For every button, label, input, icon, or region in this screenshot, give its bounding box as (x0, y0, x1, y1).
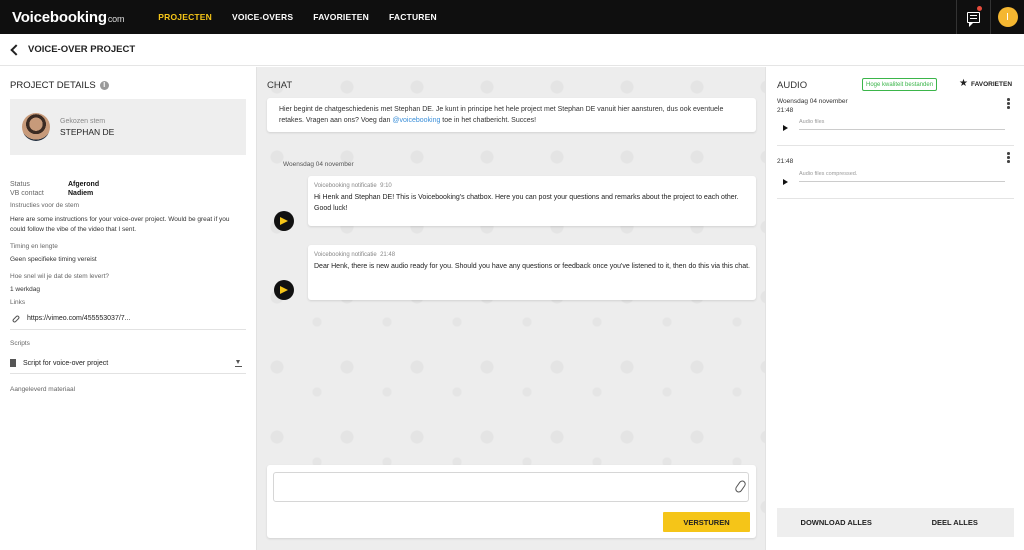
favorites-button[interactable]: ★ FAVORIETEN (959, 78, 1013, 89)
chat-message: Voicebooking notificatie 9:10 Hi Henk an… (308, 176, 756, 226)
logo-suffix: com (107, 13, 125, 24)
status-value: Afgerond (68, 181, 100, 188)
audio-progress-track[interactable] (799, 129, 1005, 130)
vb-contact-value: Nadiem (68, 190, 94, 197)
messages-button[interactable] (956, 0, 990, 34)
audio-actions: DOWNLOAD ALLES DEEL ALLES (777, 508, 1014, 537)
timing-value: Geen specifieke timing vereist (10, 256, 97, 263)
nav-facturen[interactable]: FACTUREN (379, 12, 447, 22)
account-button[interactable]: I (990, 0, 1024, 34)
project-details-heading: PROJECT DETAILS i (10, 80, 246, 91)
share-all-button[interactable]: DEEL ALLES (896, 518, 1015, 527)
vb-contact-label: VB contact (10, 190, 44, 197)
nav-projecten[interactable]: PROJECTEN (148, 12, 222, 22)
chat-bubble-icon (967, 11, 980, 27)
play-icon[interactable] (783, 178, 788, 185)
status-label: Status (10, 181, 30, 188)
info-icon[interactable]: i (99, 81, 109, 90)
audio-item: 21:48 Audio files compressed. (777, 152, 1014, 187)
download-icon[interactable] (235, 359, 242, 367)
more-options-icon[interactable] (1007, 98, 1010, 109)
page-header: VOICE-OVER PROJECT (0, 34, 1024, 66)
project-details-title: PROJECT DETAILS (10, 80, 96, 91)
nav-favorieten[interactable]: FAVORIETEN (303, 12, 379, 22)
materials-label: Aangeleverd materiaal (10, 386, 76, 393)
project-details-panel: PROJECT DETAILS i Gekozen stem STEPHAN D… (0, 67, 256, 550)
scripts-label: Scripts (10, 340, 30, 347)
voicebooking-mention[interactable]: @voicebooking (392, 117, 440, 124)
more-options-icon[interactable] (1007, 152, 1010, 163)
divider (777, 198, 1014, 199)
message-header: Voicebooking notificatie 21:48 (314, 252, 396, 258)
script-name: Script for voice-over project (23, 359, 109, 367)
voicebooking-bot-avatar (274, 280, 294, 300)
download-all-button[interactable]: DOWNLOAD ALLES (777, 518, 896, 527)
audio-player: Audio files (777, 119, 1014, 135)
hq-files-badge[interactable]: Hoge kwaliteit bestanden (862, 78, 938, 91)
voice-meta: Gekozen stem STEPHAN DE (60, 118, 114, 137)
audio-date: Woensdag 04 november (777, 98, 848, 105)
chat-message: Voicebooking notificatie 21:48 Dear Henk… (308, 245, 756, 300)
audio-title: AUDIO (777, 80, 808, 91)
bot-logo-icon (280, 286, 288, 294)
audio-time: 21:48 (777, 158, 794, 165)
chat-intro-text-end: toe in het chatbericht. Succes! (440, 117, 537, 124)
top-actions: I (956, 0, 1024, 34)
star-icon: ★ (959, 78, 968, 89)
back-arrow-icon[interactable] (12, 45, 22, 55)
vb-contact-row: VB contact Nadiem (10, 190, 246, 197)
document-icon (10, 359, 16, 367)
audio-player: Audio files compressed. (777, 171, 1014, 187)
favorites-label: FAVORIETEN (970, 80, 1013, 88)
instructions-text: Here are some instructions for your voic… (10, 216, 230, 233)
status-row: Status Afgerond (10, 181, 246, 188)
chat-title: CHAT (267, 80, 293, 91)
chat-date-label: Woensdag 04 november (283, 161, 354, 168)
play-icon[interactable] (783, 125, 788, 131)
message-text: Hi Henk and Stephan DE! This is Voiceboo… (314, 194, 739, 212)
send-button[interactable]: VERSTUREN (663, 512, 750, 532)
chat-message-input[interactable] (273, 472, 749, 502)
links-label: Links (10, 299, 26, 306)
chosen-voice-card[interactable]: Gekozen stem STEPHAN DE (10, 99, 246, 155)
link-text: https://vimeo.com/455553037/7... (27, 315, 131, 322)
message-header: Voicebooking notificatie 9:10 (314, 183, 392, 189)
audio-file-label: Audio files (799, 119, 825, 125)
page-title: VOICE-OVER PROJECT (28, 44, 136, 55)
voice-name: STEPHAN DE (60, 126, 115, 137)
script-row[interactable]: Script for voice-over project (10, 359, 242, 367)
vimeo-link[interactable]: https://vimeo.com/455553037/7... (11, 314, 246, 323)
voicebooking-bot-avatar (274, 211, 294, 231)
chat-panel: CHAT Hier begint de chatgeschiedenis met… (256, 67, 766, 550)
link-icon (11, 314, 21, 323)
delivery-label: Hoe snel wil je dat de stem levert? (10, 273, 109, 280)
audio-time: 21:48 (777, 106, 794, 114)
bot-logo-icon (280, 217, 288, 225)
audio-panel: AUDIO Hoge kwaliteit bestanden ★ FAVORIE… (767, 67, 1024, 550)
notification-dot (977, 6, 982, 11)
top-navbar: Voicebookingcom PROJECTEN VOICE-OVERS FA… (0, 0, 1024, 34)
divider (10, 329, 246, 330)
instructions-label: Instructies voor de stem (10, 202, 79, 209)
user-avatar: I (997, 7, 1018, 27)
chat-composer: VERSTUREN (267, 465, 756, 538)
divider (10, 373, 246, 374)
main-nav: PROJECTEN VOICE-OVERS FAVORIETEN FACTURE… (148, 12, 447, 22)
voice-avatar (22, 113, 50, 141)
timing-label: Timing en lengte (10, 243, 58, 250)
audio-progress-track[interactable] (799, 180, 1005, 182)
divider (777, 145, 1014, 146)
voice-label: Gekozen stem (60, 117, 106, 125)
audio-item: Woensdag 04 november 21:48 Audio files (777, 98, 1014, 135)
message-text: Dear Henk, there is new audio ready for … (314, 263, 750, 270)
audio-file-label: Audio files compressed. (799, 170, 858, 177)
nav-voice-overs[interactable]: VOICE-OVERS (222, 12, 303, 22)
chat-intro: Hier begint de chatgeschiedenis met Step… (267, 98, 756, 132)
delivery-value: 1 werkdag (10, 286, 40, 293)
logo[interactable]: Voicebookingcom (12, 9, 124, 26)
